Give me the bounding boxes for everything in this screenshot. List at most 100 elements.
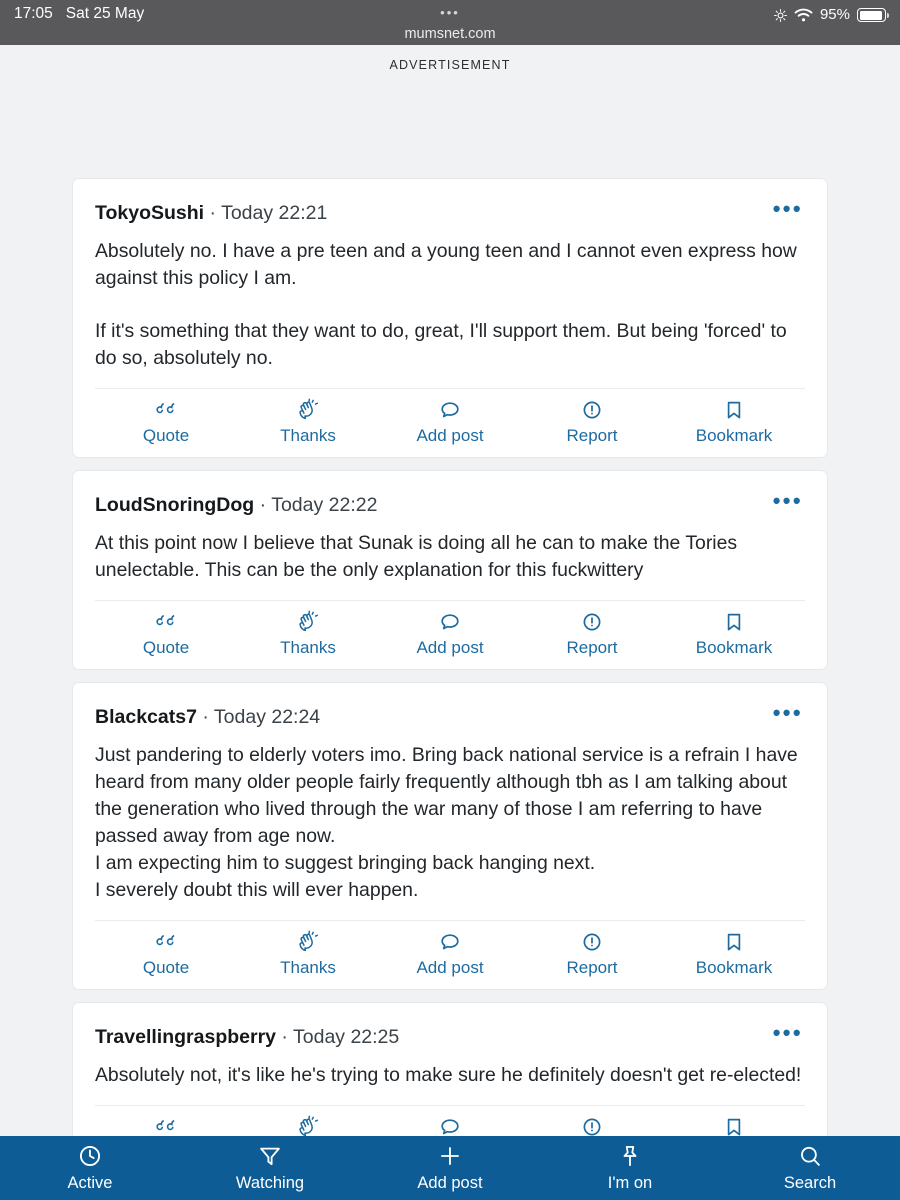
nav-item-label: Active	[67, 1174, 113, 1192]
post-action-label: Bookmark	[695, 638, 773, 657]
post-action-thanks[interactable]: Thanks	[237, 610, 379, 659]
post-action-label: Thanks	[280, 638, 336, 657]
post-paragraph: Just pandering to elderly voters imo. Br…	[95, 744, 798, 847]
post-action-label: Bookmark	[695, 426, 773, 445]
post-action-label: Quote	[142, 958, 190, 977]
post-timestamp: Today 22:24	[213, 706, 321, 728]
post-paragraph: If it's something that they want to do, …	[95, 320, 787, 369]
post-timestamp: Today 22:22	[271, 494, 378, 516]
post-header: Travellingraspberry · Today 22:25 •••	[95, 1003, 805, 1050]
post-action-label: Bookmark	[695, 958, 773, 977]
quote-icon	[154, 398, 178, 422]
nav-item-label: I'm on	[607, 1174, 653, 1192]
post-paragraph: I severely doubt this will ever happen.	[95, 879, 419, 901]
post-overflow-menu-button[interactable]: •••	[763, 1022, 805, 1049]
post-timestamp: Today 22:25	[293, 1026, 400, 1048]
post-paragraph: I am expecting him to suggest bringing b…	[95, 852, 596, 874]
post-meta-separator: ·	[196, 706, 214, 728]
nav-item-label: Watching	[235, 1174, 305, 1192]
quote-icon	[154, 610, 178, 634]
post-overflow-menu-button[interactable]: •••	[763, 198, 805, 225]
post-card: Blackcats7 · Today 22:24 ••• Just panderin…	[72, 682, 828, 990]
post-feed: TokyoSushi · Today 22:21 ••• Absolutely no…	[0, 178, 900, 1200]
speech-bubble-icon	[438, 398, 462, 422]
post-meta-separator: ·	[204, 202, 222, 224]
status-bar: 17:05 Sat 25 May ••• mumsnet.com 95%	[0, 0, 900, 45]
funnel-icon	[257, 1143, 283, 1169]
post-action-quote[interactable]: Quote	[95, 398, 237, 447]
exclamation-circle-icon	[580, 930, 604, 954]
post-header: Blackcats7 · Today 22:24 •••	[95, 683, 805, 730]
clapping-hands-icon	[296, 610, 320, 634]
post-meta-separator: ·	[276, 1026, 293, 1048]
post-overflow-menu-button[interactable]: •••	[763, 490, 805, 517]
post-action-report[interactable]: Report	[521, 610, 663, 659]
post-timestamp: Today 22:21	[221, 202, 328, 224]
battery-percent: 95%	[819, 6, 850, 23]
post-action-label: Quote	[142, 638, 190, 657]
post-action-bookmark[interactable]: Bookmark	[663, 398, 805, 447]
post-action-label: Quote	[142, 426, 190, 445]
nav-item-active[interactable]: Active	[0, 1143, 180, 1193]
exclamation-circle-icon	[580, 610, 604, 634]
post-meta: Travellingraspberry · Today 22:25	[95, 1024, 399, 1050]
bookmark-icon	[722, 930, 746, 954]
bookmark-icon	[722, 398, 746, 422]
post-paragraph: Absolutely no. I have a pre teen and a y…	[95, 240, 797, 289]
post-body: Just pandering to elderly voters imo. Br…	[95, 730, 805, 920]
post-meta: LoudSnoringDog · Today 22:22	[95, 492, 377, 518]
post-action-thanks[interactable]: Thanks	[237, 398, 379, 447]
post-action-bar: Quote Thanks Add post Report Bookmark	[95, 600, 805, 669]
brightness-icon	[774, 8, 787, 22]
battery-icon	[857, 8, 889, 22]
clapping-hands-icon	[296, 398, 320, 422]
post-action-label: Report	[566, 958, 618, 977]
post-action-report[interactable]: Report	[521, 930, 663, 979]
clapping-hands-icon	[296, 930, 320, 954]
nav-item-search[interactable]: Search	[720, 1143, 900, 1193]
post-action-bookmark[interactable]: Bookmark	[663, 610, 805, 659]
post-author[interactable]: LoudSnoringDog	[95, 494, 254, 516]
page-url[interactable]: mumsnet.com	[0, 23, 900, 43]
post-author[interactable]: Blackcats7	[95, 706, 197, 728]
post-meta: TokyoSushi · Today 22:21	[95, 200, 327, 226]
post-header: LoudSnoringDog · Today 22:22 •••	[95, 471, 805, 518]
nav-item-i-m-on[interactable]: I'm on	[540, 1143, 720, 1193]
status-bar-right: 95%	[774, 2, 889, 25]
post-overflow-menu-button[interactable]: •••	[763, 702, 805, 729]
post-action-thanks[interactable]: Thanks	[237, 930, 379, 979]
nav-item-label: Add post	[417, 1174, 483, 1192]
nav-item-label: Search	[783, 1174, 837, 1192]
plus-icon	[437, 1143, 463, 1169]
post-action-add-post[interactable]: Add post	[379, 398, 521, 447]
advertisement-slot: ADVERTISEMENT	[0, 45, 900, 178]
magnifier-icon	[797, 1143, 823, 1169]
post-header: TokyoSushi · Today 22:21 •••	[95, 179, 805, 226]
post-action-add-post[interactable]: Add post	[379, 930, 521, 979]
post-action-label: Report	[566, 426, 618, 445]
status-time: 17:05	[14, 5, 53, 22]
post-body: Absolutely no. I have a pre teen and a y…	[95, 226, 805, 388]
status-date: Sat 25 May	[65, 5, 145, 22]
clock-icon	[77, 1143, 103, 1169]
status-bar-left: 17:05 Sat 25 May	[14, 2, 144, 24]
post-action-bar: Quote Thanks Add post Report Bookmark	[95, 920, 805, 989]
post-action-add-post[interactable]: Add post	[379, 610, 521, 659]
post-author[interactable]: TokyoSushi	[95, 202, 204, 224]
pushpin-icon	[617, 1143, 643, 1169]
post-author[interactable]: Travellingraspberry	[95, 1026, 276, 1048]
post-body: At this point now I believe that Sunak i…	[95, 518, 805, 600]
post-meta: Blackcats7 · Today 22:24	[95, 704, 320, 730]
post-action-report[interactable]: Report	[521, 398, 663, 447]
post-card: TokyoSushi · Today 22:21 ••• Absolutely no…	[72, 178, 828, 458]
nav-item-add-post[interactable]: Add post	[360, 1143, 540, 1193]
post-card: LoudSnoringDog · Today 22:22 ••• At this p…	[72, 470, 828, 670]
post-action-label: Thanks	[280, 958, 336, 977]
bookmark-icon	[722, 610, 746, 634]
post-action-quote[interactable]: Quote	[95, 610, 237, 659]
post-action-quote[interactable]: Quote	[95, 930, 237, 979]
post-action-bar: Quote Thanks Add post Report Bookmark	[95, 388, 805, 457]
post-paragraph: Absolutely not, it's like he's trying to…	[95, 1064, 802, 1086]
nav-item-watching[interactable]: Watching	[180, 1143, 360, 1193]
post-action-bookmark[interactable]: Bookmark	[663, 930, 805, 979]
